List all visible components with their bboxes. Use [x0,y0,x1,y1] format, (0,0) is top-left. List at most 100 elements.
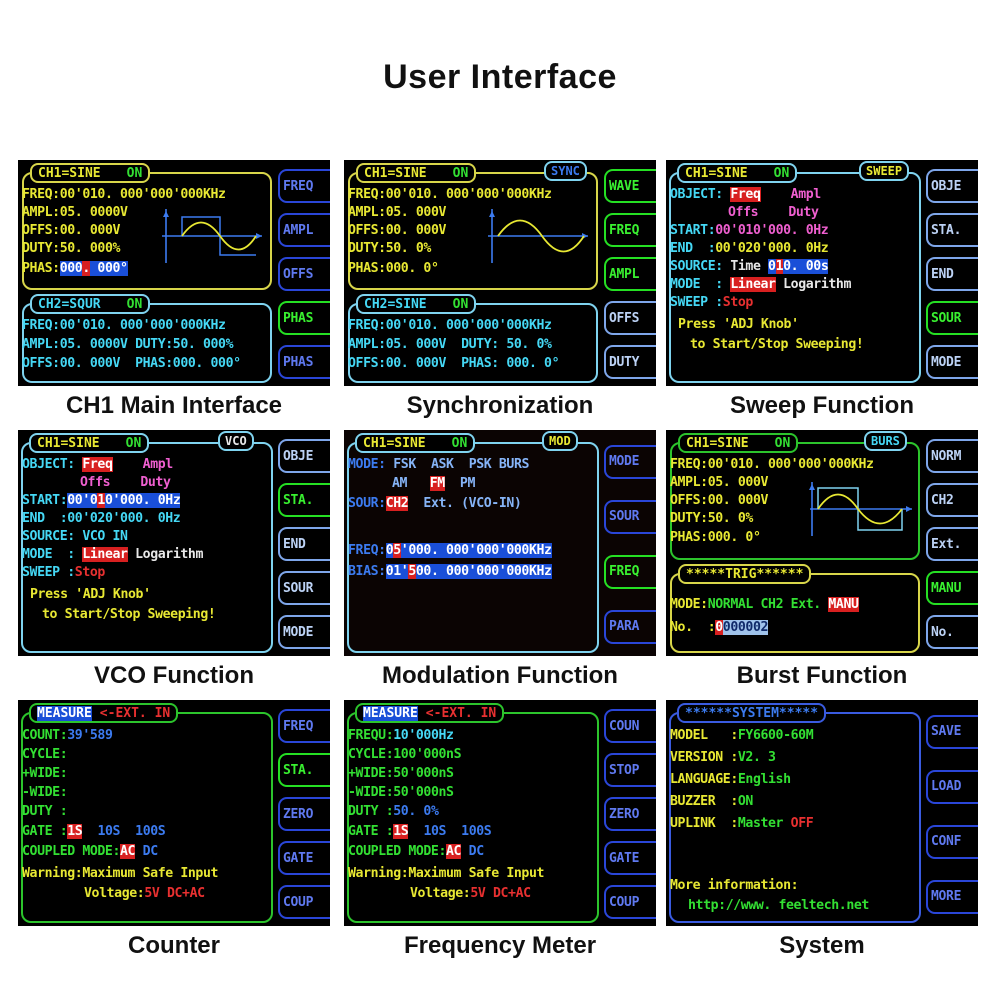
softkey-save[interactable]: SAVE [926,714,978,749]
counter-cycle-row[interactable]: CYCLE: [22,747,68,762]
ch1-freq-line[interactable]: FREQ:00'010. 000'000'000KHz [22,187,226,202]
softkey-end[interactable]: END [278,527,330,561]
softkey-freq[interactable]: FREQ [604,213,656,247]
system-buzzer-row[interactable]: BUZZER :ON [670,794,753,809]
sync-ch2-ampl-duty-line[interactable]: AMPL:05. 000V DUTY: 50. 0% [348,337,552,352]
counter-pwide-row[interactable]: +WIDE: [22,766,68,781]
softkey-obje[interactable]: OBJE [278,439,330,473]
softkey-mode[interactable]: MODE [926,345,978,379]
ch2-freq-line[interactable]: FREQ:00'010. 000'000'000KHz [22,318,226,333]
softkey-sta[interactable]: STA. [278,753,330,787]
vco-sweep-row[interactable]: SWEEP :Stop [22,565,105,580]
softkey-ampl[interactable]: AMPL [604,257,656,291]
softkey-obje[interactable]: OBJE [926,169,978,203]
fmeter-coupled-dc[interactable]: DC [469,844,484,859]
softkey-1[interactable]: AMPL [278,213,330,247]
sync-ch2-offs-phas-line[interactable]: OFFS:00. 000V PHAS: 000. 0° [348,356,560,371]
softkey-conf[interactable]: CONF [926,824,978,859]
sync-ch1-ampl-line[interactable]: AMPL:05. 000V [348,205,446,220]
mod-sour-selected[interactable]: CH2 [385,496,409,511]
counter-duty-row[interactable]: DUTY : [22,804,68,819]
burst-duty-line[interactable]: DUTY:50. 0% [670,511,753,526]
softkey-stop[interactable]: STOP [604,753,656,787]
mod-opt-fm-selected[interactable]: FM [429,476,445,491]
softkey-mode[interactable]: MODE [604,444,656,479]
sweep-object-row[interactable]: OBJECT: Freq Ampl [670,187,821,202]
sync-ch1-offs-line[interactable]: OFFS:00. 000V [348,223,446,238]
mod-opt-burs[interactable]: BURS [499,457,530,472]
mod-mode-row2[interactable]: AM FM PM [392,476,475,491]
sync-ch2-freq-line[interactable]: FREQ:00'010. 000'000'000KHz [348,318,552,333]
softkey-sour[interactable]: SOUR [926,301,978,335]
fmeter-coupled-row[interactable]: COUPLED MODE:AC DC [348,844,484,859]
softkey-load[interactable]: LOAD [926,769,978,804]
burst-mode-normal[interactable]: NORMAL [708,597,754,612]
mod-opt-pm[interactable]: PM [460,476,475,491]
burst-offs-line[interactable]: OFFS:00. 000V [670,493,768,508]
fmeter-gate-row[interactable]: GATE :1S 10S 100S [348,824,492,839]
softkey-gate[interactable]: GATE [278,841,330,875]
counter-count-row[interactable]: COUNT:39'589 [22,728,113,743]
fmeter-cycle-row[interactable]: CYCLE:100'000nS [348,747,462,762]
burst-mode-ext[interactable]: Ext. [791,597,822,612]
sweep-object-offs[interactable]: Offs [728,205,759,220]
sync-ch1-freq-line[interactable]: FREQ:00'010. 000'000'000KHz [348,187,552,202]
ch1-offs-line[interactable]: OFFS:00. 000V [22,223,120,238]
softkey-sour[interactable]: SOUR [278,571,330,605]
softkey-freq[interactable]: FREQ [604,554,656,589]
softkey-coup[interactable]: COUP [278,885,330,919]
softkey-4[interactable]: PHAS [278,345,330,379]
softkey-zero[interactable]: ZERO [604,797,656,831]
mod-sour-ext[interactable]: Ext. (VCO-IN) [423,496,521,511]
fmeter-coupled-selected[interactable]: AC [446,844,462,859]
softkey-sta[interactable]: STA. [278,483,330,517]
sync-ch1-phas-line[interactable]: PHAS:000. 0° [348,261,439,276]
mod-mode-row[interactable]: MODE: FSK ASK PSK BURS [348,457,529,472]
sweep-mode-log[interactable]: Logarithm [783,277,851,292]
burst-no-row[interactable]: No. :0000002 [670,620,768,635]
sweep-mode-row[interactable]: MODE : Linear Logarithm [670,277,851,292]
softkey-manu[interactable]: MANU [926,571,978,605]
vco-object-row[interactable]: OBJECT: Freq Ampl [22,457,173,472]
softkey-ch2[interactable]: CH2 [926,483,978,517]
vco-mode-log[interactable]: Logarithm [135,547,203,562]
vco-mode-row[interactable]: MODE : Linear Logarithm [22,547,203,562]
fmeter-nwide-row[interactable]: -WIDE:50'000nS [348,785,454,800]
softkey-sta[interactable]: STA. [926,213,978,247]
sweep-sweep-row[interactable]: SWEEP :Stop [670,295,753,310]
sweep-end-row[interactable]: END :00'020'000. 0Hz [670,241,829,256]
softkey-gate[interactable]: GATE [604,841,656,875]
mod-opt-ask[interactable]: ASK [431,457,454,472]
softkey-3[interactable]: PHAS [278,301,330,335]
ch1-duty-line[interactable]: DUTY:50. 000% [22,241,120,256]
mod-opt-am[interactable]: AM [392,476,407,491]
softkey-0[interactable]: FREQ [278,169,330,203]
mod-opt-psk[interactable]: PSK [469,457,492,472]
mod-bias-row[interactable]: BIAS:01'500. 000'000'000KHz [348,564,552,579]
sweep-object-row2[interactable]: Offs Duty [728,205,819,220]
counter-gate-row[interactable]: GATE :1S 10S 100S [22,824,166,839]
softkey-coun[interactable]: COUN [604,709,656,743]
system-language-row[interactable]: LANGUAGE:English [670,772,791,787]
burst-trig-mode-row[interactable]: MODE:NORMAL CH2 Ext. MANU [670,597,859,612]
mod-opt-fsk[interactable]: FSK [393,457,416,472]
fmeter-duty-row[interactable]: DUTY :50. 0% [348,804,439,819]
system-uplink-row[interactable]: UPLINK :Master OFF [670,816,814,831]
softkey-zero[interactable]: ZERO [278,797,330,831]
mod-freq-row[interactable]: FREQ:05'000. 000'000'000KHz [348,543,552,558]
counter-gate-100s[interactable]: 100S [135,824,166,839]
system-version-row[interactable]: VERSION :V2. 3 [670,750,776,765]
counter-coupled-row[interactable]: COUPLED MODE:AC DC [22,844,158,859]
counter-gate-selected[interactable]: 1S [67,824,83,839]
vco-object-ampl[interactable]: Ampl [143,457,174,472]
vco-object-row2[interactable]: Offs Duty [80,475,171,490]
fmeter-frequ-row[interactable]: FREQU:10'000Hz [348,728,454,743]
softkey-2[interactable]: OFFS [278,257,330,291]
vco-object-duty[interactable]: Duty [140,475,171,490]
counter-coupled-dc[interactable]: DC [143,844,158,859]
ch1-ampl-line[interactable]: AMPL:05. 0000V [22,205,128,220]
burst-ampl-line[interactable]: AMPL:05. 000V [670,475,768,490]
burst-freq-line[interactable]: FREQ:00'010. 000'000'000KHz [670,457,874,472]
sync-ch1-duty-line[interactable]: DUTY:50. 0% [348,241,431,256]
fmeter-gate-10s[interactable]: 10S [423,824,446,839]
